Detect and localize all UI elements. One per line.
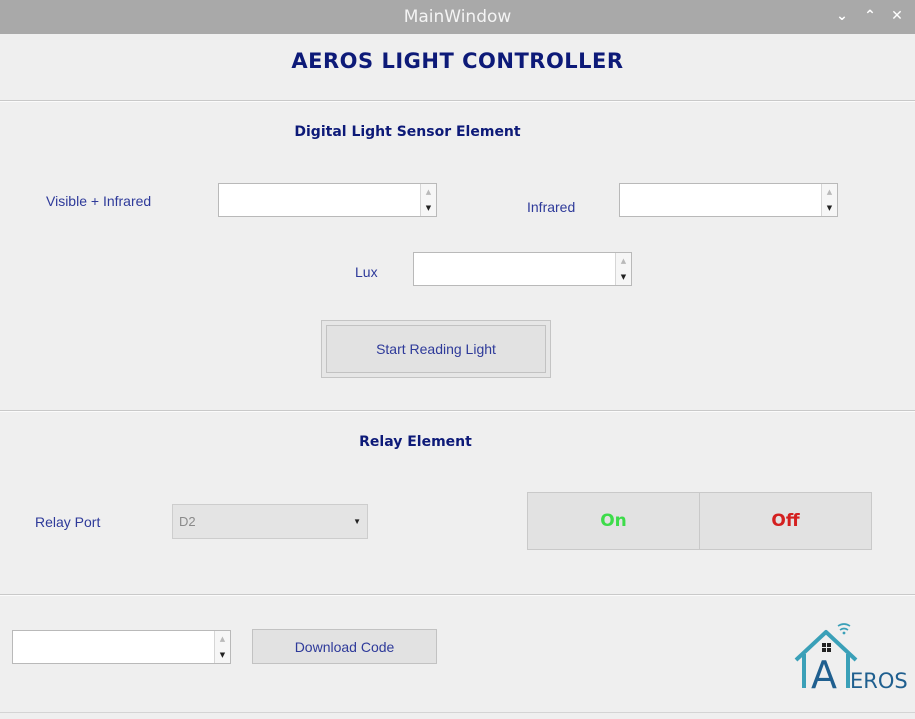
start-reading-button-frame: Start Reading Light [321, 320, 551, 378]
logo-text: EROS [850, 669, 908, 693]
sensor-section-title: Digital Light Sensor Element [294, 124, 521, 140]
lux-spinbox[interactable]: ▲ ▼ [413, 252, 632, 286]
window-titlebar[interactable]: MainWindow ⌄ ⌃ ✕ [0, 0, 915, 34]
lux-label: Lux [355, 264, 378, 280]
infrared-spinbox[interactable]: ▲ ▼ [619, 183, 838, 217]
visible-infrared-input[interactable] [219, 184, 420, 216]
logo-letter: A [811, 653, 837, 697]
aeros-logo: A EROS [792, 618, 910, 697]
relay-port-select[interactable]: D2 ▼ [172, 504, 368, 539]
spin-up-icon[interactable]: ▲ [616, 253, 631, 269]
relay-port-value: D2 [179, 514, 196, 529]
minimize-icon[interactable]: ⌄ [833, 7, 851, 25]
lux-stepper[interactable]: ▲ ▼ [615, 253, 631, 285]
code-stepper[interactable]: ▲ ▼ [214, 631, 230, 663]
start-reading-light-button[interactable]: Start Reading Light [326, 325, 546, 373]
visible-infrared-stepper[interactable]: ▲ ▼ [420, 184, 436, 216]
sensor-divider [0, 410, 915, 412]
relay-off-button[interactable]: Off [699, 492, 872, 550]
window-title: MainWindow [403, 7, 512, 27]
spin-down-icon[interactable]: ▼ [215, 647, 230, 663]
spin-down-icon[interactable]: ▼ [421, 200, 436, 216]
infrared-stepper[interactable]: ▲ ▼ [821, 184, 837, 216]
app-title: AEROS LIGHT CONTROLLER [291, 49, 624, 73]
spin-down-icon[interactable]: ▼ [822, 200, 837, 216]
visible-infrared-spinbox[interactable]: ▲ ▼ [218, 183, 437, 217]
relay-section-title: Relay Element [359, 434, 472, 450]
download-code-button[interactable]: Download Code [252, 629, 437, 664]
code-spinbox[interactable]: ▲ ▼ [12, 630, 231, 664]
close-icon[interactable]: ✕ [888, 7, 906, 25]
infrared-input[interactable] [620, 184, 821, 216]
visible-infrared-label: Visible + Infrared [46, 193, 152, 209]
code-input[interactable] [13, 631, 214, 663]
spin-up-icon[interactable]: ▲ [822, 184, 837, 200]
spin-up-icon[interactable]: ▲ [215, 631, 230, 647]
chevron-down-icon: ▼ [353, 517, 361, 526]
header-divider [0, 100, 915, 102]
spin-up-icon[interactable]: ▲ [421, 184, 436, 200]
relay-on-button[interactable]: On [527, 492, 700, 550]
spin-down-icon[interactable]: ▼ [616, 269, 631, 285]
lux-input[interactable] [414, 253, 615, 285]
maximize-icon[interactable]: ⌃ [861, 7, 879, 25]
infrared-label: Infrared [527, 199, 576, 215]
relay-divider [0, 594, 915, 596]
relay-port-label: Relay Port [35, 514, 101, 530]
